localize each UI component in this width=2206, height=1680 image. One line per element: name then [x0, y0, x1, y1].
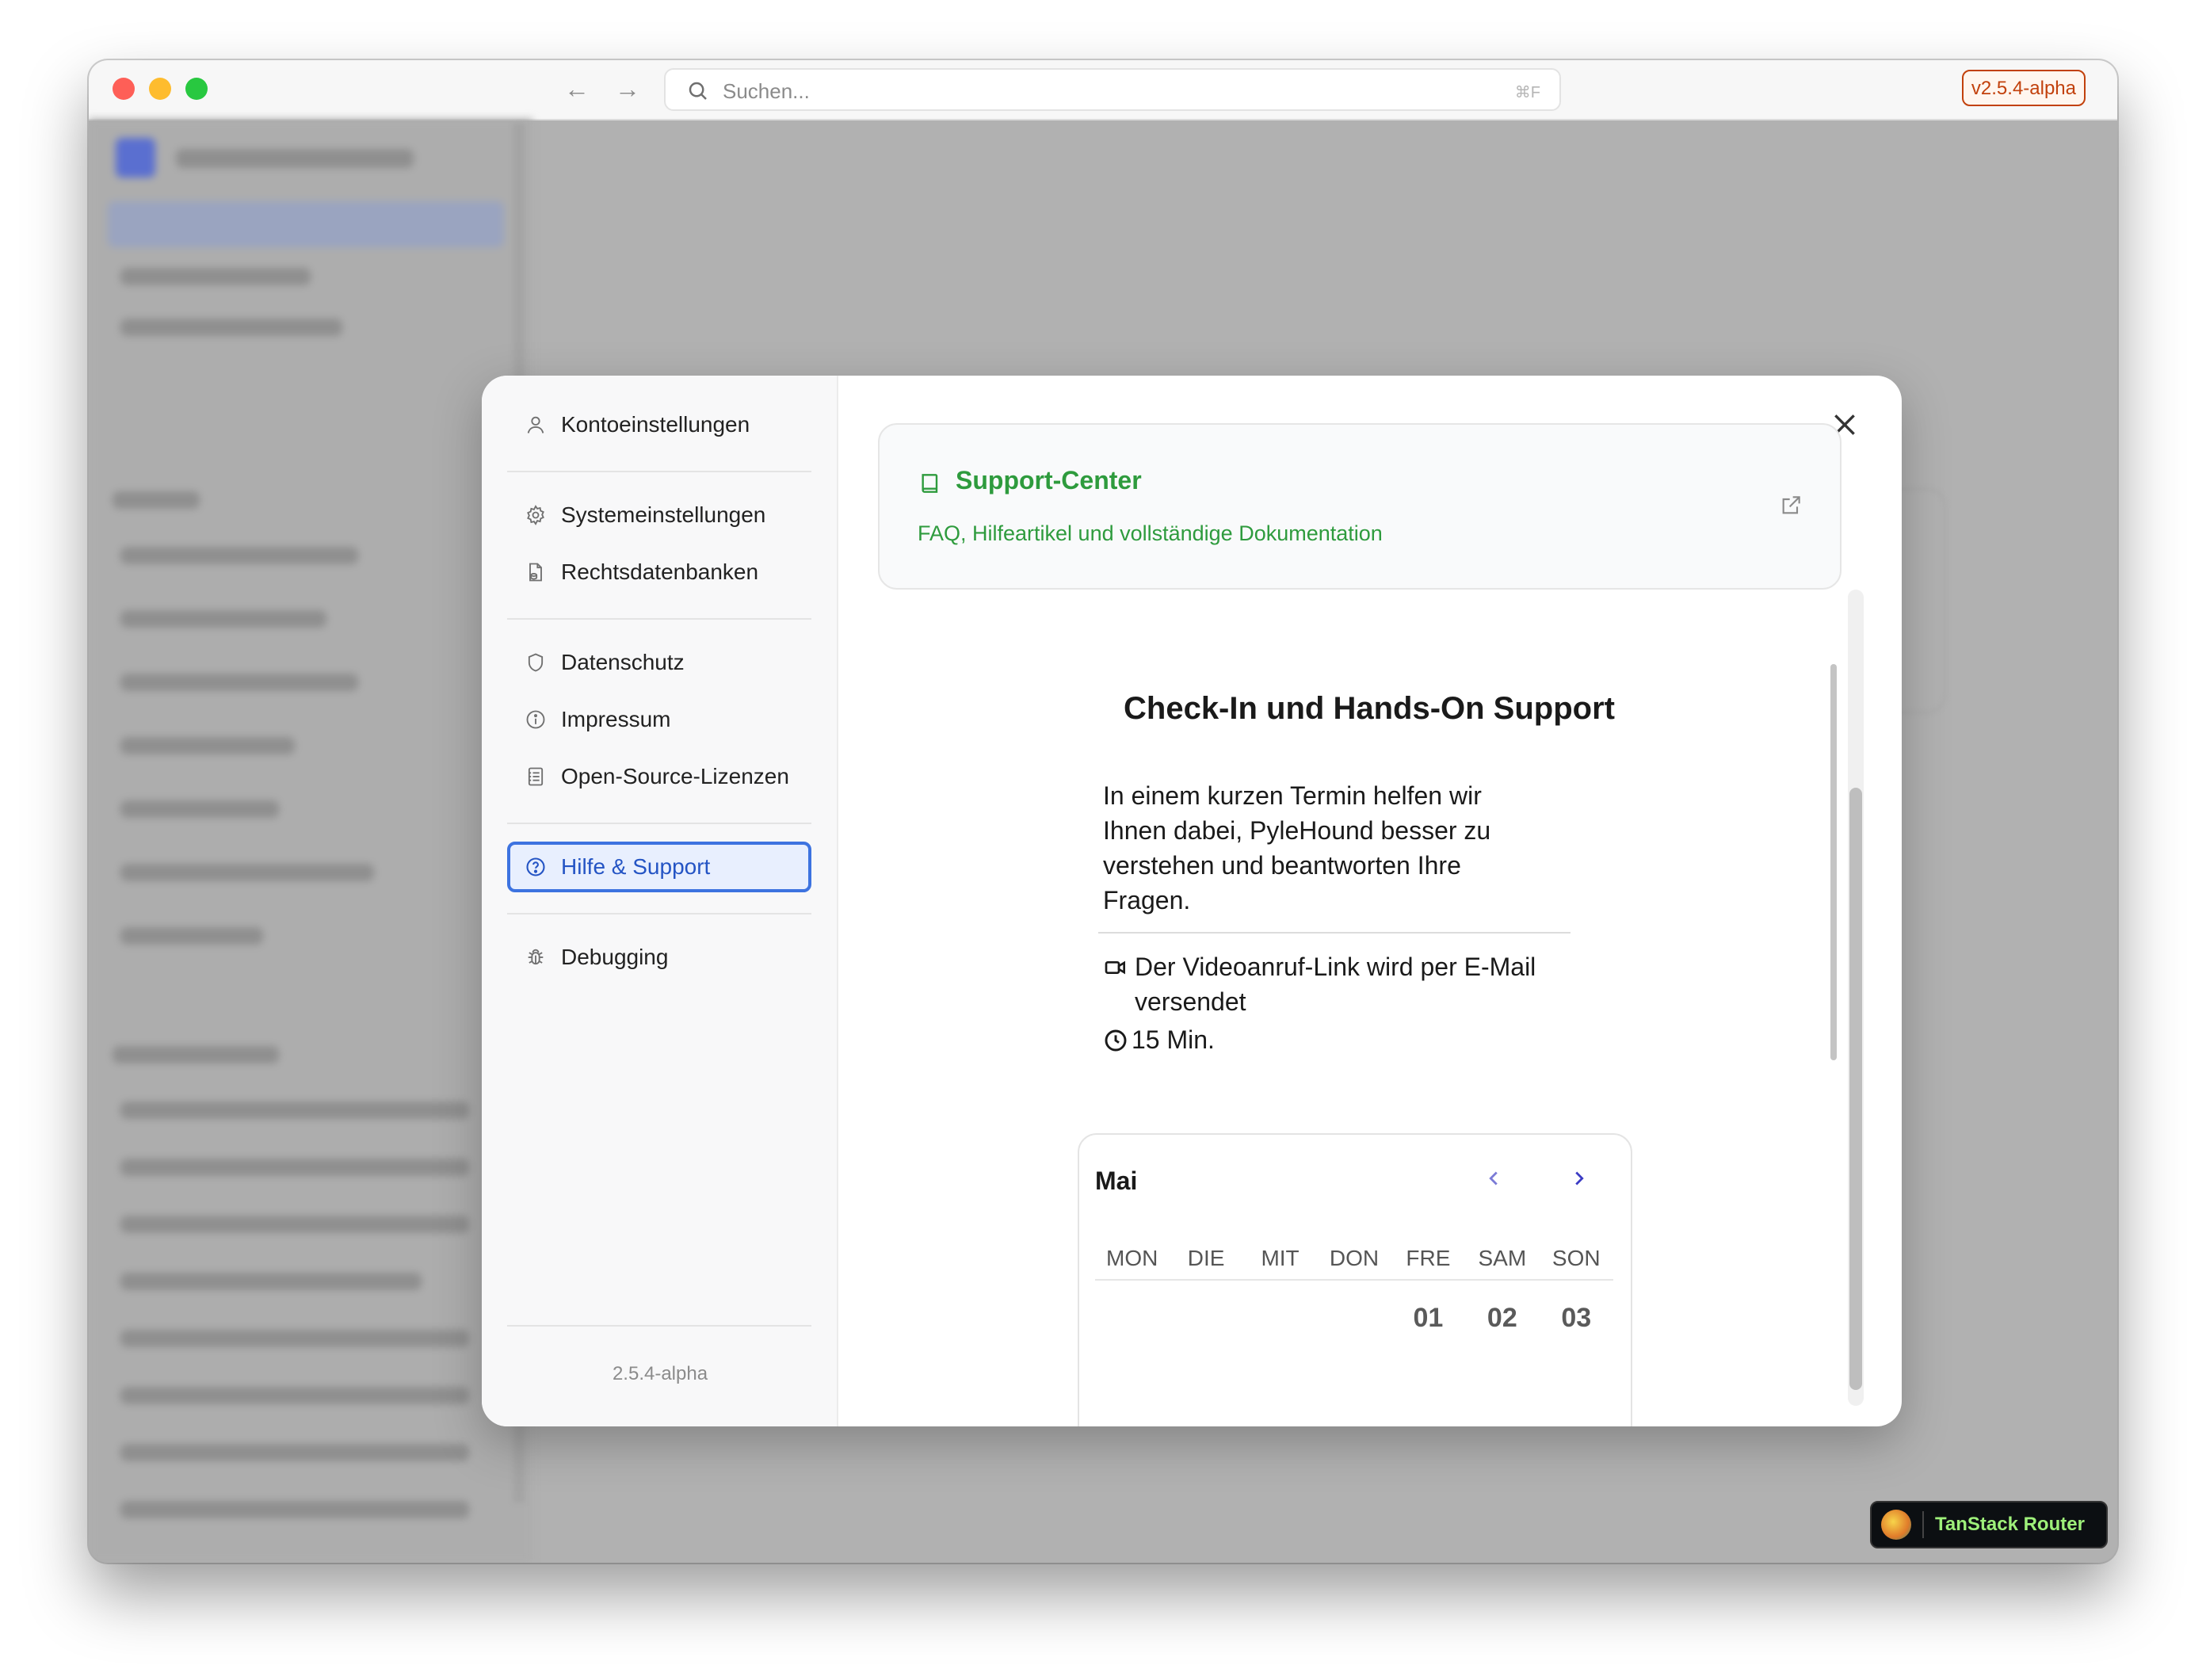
menu-item-debugging[interactable]: Debugging: [507, 932, 811, 983]
menu-label: Rechtsdatenbanken: [561, 559, 759, 584]
minimize-window-button[interactable]: [149, 78, 171, 100]
gear-icon: [523, 502, 548, 528]
menu-item-datenschutz[interactable]: Datenschutz: [507, 637, 811, 688]
video-info-text: Der Videoanruf-Link wird per E-Mail vers…: [1135, 953, 1536, 1016]
menu-separator: [507, 1325, 811, 1327]
search-icon: [689, 82, 707, 100]
calendar-dates-row: 01 02 03: [1095, 1303, 1613, 1334]
menu-label: Hilfe & Support: [561, 854, 711, 879]
settings-content: Support-Center FAQ, Hilfeartikel und vol…: [840, 376, 1902, 1426]
version-badge: v2.5.4-alpha: [1961, 70, 2086, 106]
calendar-month: Mai: [1095, 1166, 1138, 1195]
bug-icon: [523, 945, 548, 970]
menu-label: Kontoeinstellungen: [561, 412, 750, 437]
duration-row: 15 Min.: [1103, 1022, 1215, 1062]
content-scrollbar-thumb[interactable]: [1849, 788, 1862, 1390]
calendar-empty-cell: [1095, 1303, 1169, 1334]
menu-item-systemeinstellungen[interactable]: Systemeinstellungen: [507, 490, 811, 540]
title-bar: ← → Suchen... ⌘F v2.5.4-alpha: [89, 60, 2117, 120]
weekday-label: SAM: [1478, 1246, 1527, 1270]
calendar-date[interactable]: 03: [1540, 1303, 1613, 1334]
menu-separator: [507, 471, 811, 472]
menu-separator: [507, 913, 811, 914]
menu-item-rechtsdatenbanken[interactable]: Rechtsdatenbanken: [507, 547, 811, 598]
support-center-title: Support-Center: [956, 466, 1142, 494]
calendar-weekdays: MON DIE MIT DON FRE SAM SON: [1095, 1246, 1613, 1281]
calendar-date[interactable]: 01: [1391, 1303, 1465, 1334]
support-center-subtitle: FAQ, Hilfeartikel und vollständige Dokum…: [918, 521, 1383, 545]
settings-dialog: Kontoeinstellungen Systemeinstellungen R…: [482, 376, 1902, 1426]
app-window: ← → Suchen... ⌘F v2.5.4-alpha Kontoeinst…: [89, 60, 2117, 1563]
menu-label: Systemeinstellungen: [561, 502, 766, 527]
settings-sidebar: Kontoeinstellungen Systemeinstellungen R…: [482, 376, 838, 1426]
search-placeholder: Suchen...: [723, 79, 810, 103]
search-shortcut: ⌘F: [1514, 84, 1540, 101]
menu-label: Debugging: [561, 945, 669, 969]
booking-description: In einem kurzen Termin helfen wir Ihnen …: [1103, 781, 1491, 914]
close-window-button[interactable]: [113, 78, 135, 100]
menu-label: Impressum: [561, 707, 671, 731]
help-icon: [523, 854, 548, 880]
tanstack-logo-icon: [1881, 1510, 1911, 1540]
booking-divider: [1098, 932, 1571, 934]
menu-item-open-source-lizenzen[interactable]: Open-Source-Lizenzen: [507, 751, 811, 802]
calendar-date[interactable]: 02: [1465, 1303, 1539, 1334]
forward-arrow-icon[interactable]: →: [615, 73, 640, 105]
weekday-label: MIT: [1261, 1246, 1300, 1270]
license-icon: [523, 764, 548, 789]
calendar-empty-cell: [1243, 1303, 1317, 1334]
shield-icon: [523, 650, 548, 675]
video-info-row: Der Videoanruf-Link wird per E-Mail vers…: [1103, 949, 1594, 1019]
external-link-icon: [1782, 496, 1800, 514]
weekday-label: FRE: [1406, 1246, 1451, 1270]
menu-label: Datenschutz: [561, 650, 685, 674]
duration-text: 15 Min.: [1132, 1025, 1215, 1054]
devtools-label: TanStack Router: [1935, 1514, 2085, 1535]
support-center-card[interactable]: Support-Center FAQ, Hilfeartikel und vol…: [878, 423, 1842, 590]
clock-icon: [1103, 1022, 1132, 1062]
search-input[interactable]: Suchen... ⌘F: [664, 68, 1561, 111]
app-version: 2.5.4-alpha: [612, 1363, 708, 1384]
weekday-label: MON: [1106, 1246, 1158, 1270]
menu-label: Open-Source-Lizenzen: [561, 764, 789, 788]
book-icon: [922, 474, 938, 493]
chevron-left-icon[interactable]: [1482, 1166, 1506, 1190]
calendar-empty-cell: [1169, 1303, 1242, 1334]
video-camera-icon: [1103, 949, 1135, 1019]
chevron-right-icon[interactable]: [1567, 1166, 1591, 1190]
database-file-icon: [523, 559, 548, 585]
background-sidebar: [89, 119, 532, 1563]
devtools-separator: [1922, 1511, 1924, 1538]
calendar-empty-cell: [1317, 1303, 1391, 1334]
weekday-label: DON: [1329, 1246, 1380, 1270]
user-icon: [523, 412, 548, 437]
back-arrow-icon[interactable]: ←: [564, 73, 590, 105]
info-icon: [523, 707, 548, 732]
weekday-label: SON: [1551, 1246, 1601, 1270]
booking-calendar: Mai MON DIE MIT DON FRE SAM SON 01 02 03: [1078, 1133, 1632, 1426]
menu-item-hilfe-support[interactable]: Hilfe & Support: [507, 842, 811, 892]
booking-title: Check-In und Hands-On Support: [1124, 691, 1615, 726]
menu-separator: [507, 618, 811, 620]
menu-item-kontoeinstellungen[interactable]: Kontoeinstellungen: [507, 399, 811, 450]
menu-separator: [507, 823, 811, 824]
tanstack-router-devtools-button[interactable]: TanStack Router: [1870, 1501, 2108, 1548]
booking-scrollbar[interactable]: [1830, 664, 1837, 1060]
menu-item-impressum[interactable]: Impressum: [507, 694, 811, 745]
weekday-label: DIE: [1187, 1246, 1225, 1270]
zoom-window-button[interactable]: [185, 78, 208, 100]
